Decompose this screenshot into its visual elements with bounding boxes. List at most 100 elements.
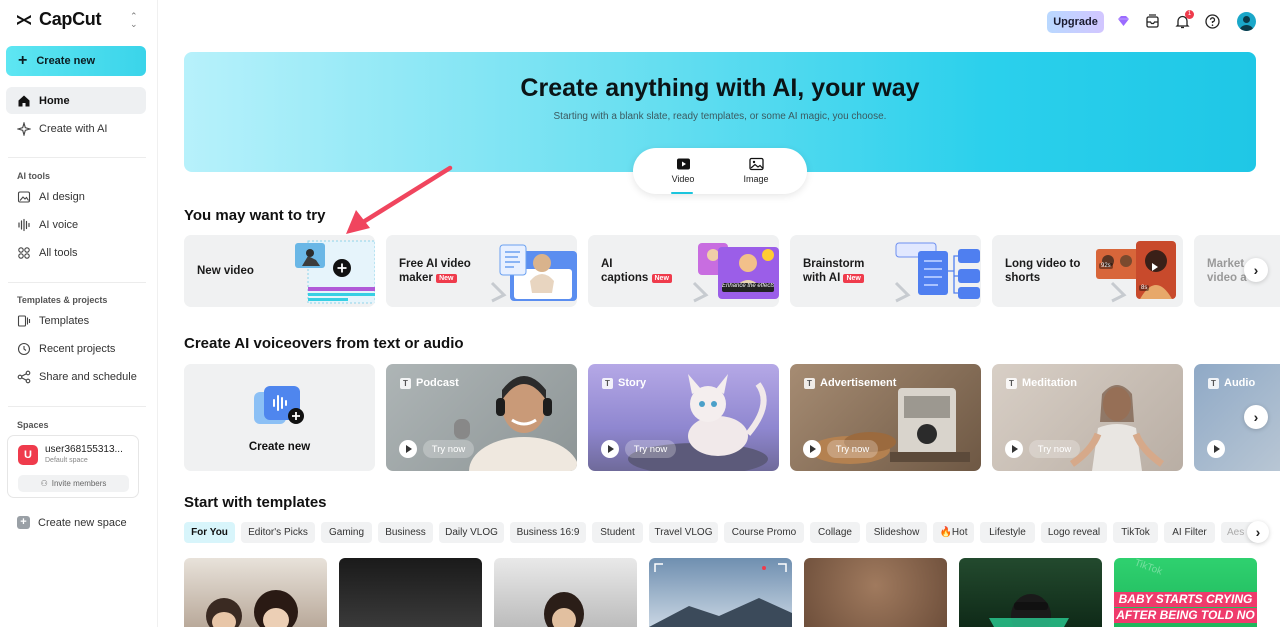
chip-course-promo[interactable]: Course Promo bbox=[724, 522, 804, 543]
template-thumbnail[interactable]: TikTok BABY STARTS CRYING AFTER BEING TO… bbox=[1114, 558, 1257, 627]
chip-editors-picks[interactable]: Editor's Picks bbox=[241, 522, 315, 543]
try-card-ai-captions[interactable]: AI captions New Enhance the effects bbox=[588, 235, 779, 307]
sidebar-item-label: Templates bbox=[39, 314, 90, 327]
voiceover-card-title: T Meditation bbox=[1006, 377, 1077, 389]
sidebar-item-share-schedule[interactable]: Share and schedule bbox=[6, 363, 146, 390]
duration-badge: 8s bbox=[1139, 285, 1150, 291]
try-now-button[interactable]: Try now bbox=[827, 440, 878, 458]
tab-video[interactable]: Video bbox=[653, 157, 713, 184]
clock-icon bbox=[17, 342, 31, 355]
ai-tools-heading: AI tools bbox=[17, 171, 50, 181]
chip-for-you[interactable]: For You bbox=[184, 522, 235, 543]
scroll-right-button[interactable]: › bbox=[1244, 405, 1268, 429]
long-video-illustration bbox=[1096, 241, 1176, 303]
chip-ai-filter[interactable]: AI Filter bbox=[1164, 522, 1215, 543]
divider bbox=[8, 406, 146, 407]
try-now-button[interactable]: Try now bbox=[1029, 440, 1080, 458]
try-card-free-ai-video-maker[interactable]: Free AI video maker New bbox=[386, 235, 577, 307]
diamond-icon[interactable] bbox=[1115, 13, 1132, 30]
voiceover-card-advertisement[interactable]: T Advertisement Try now bbox=[790, 364, 981, 471]
sidebar-item-templates[interactable]: Templates bbox=[6, 307, 146, 334]
try-card-new-video[interactable]: New video bbox=[184, 235, 375, 307]
chip-tiktok[interactable]: TikTok bbox=[1113, 522, 1158, 543]
template-thumbnail-image bbox=[649, 563, 792, 627]
voiceover-card-story[interactable]: T Story Try now bbox=[588, 364, 779, 471]
try-card-label: New video bbox=[197, 265, 254, 277]
space-card[interactable]: U user368155313... Default space ⚇ Invit… bbox=[7, 435, 139, 498]
tab-image[interactable]: Image bbox=[726, 157, 786, 184]
chip-student[interactable]: Student bbox=[592, 522, 643, 543]
create-new-button[interactable]: + Create new bbox=[6, 46, 146, 76]
chip-daily-vlog[interactable]: Daily VLOG bbox=[439, 522, 504, 543]
template-thumbnail[interactable] bbox=[649, 558, 792, 627]
sidebar-item-recent-projects[interactable]: Recent projects bbox=[6, 335, 146, 362]
try-card-label-line1: Free AI video bbox=[399, 258, 471, 270]
template-thumbnail-image bbox=[989, 594, 1069, 627]
duration-badge: 92s bbox=[1099, 263, 1113, 269]
try-card-label-line1: Market bbox=[1207, 258, 1245, 270]
capcut-logo-icon bbox=[17, 14, 31, 25]
share-icon bbox=[17, 370, 31, 383]
voiceover-card-title: T Story bbox=[602, 377, 646, 389]
template-thumbnail[interactable] bbox=[339, 558, 482, 627]
annotation-arrow bbox=[346, 165, 453, 234]
template-thumbnail[interactable] bbox=[804, 558, 947, 627]
scroll-right-button[interactable]: › bbox=[1244, 258, 1268, 282]
voiceover-create-new[interactable]: Create new bbox=[184, 364, 375, 471]
chip-business-16-9[interactable]: Business 16:9 bbox=[510, 522, 586, 543]
voiceover-card-title-text: Podcast bbox=[416, 377, 459, 389]
try-card-label-line1: Long video to bbox=[1005, 258, 1081, 270]
create-new-space-button[interactable]: + Create new space bbox=[17, 516, 127, 529]
play-button[interactable] bbox=[803, 440, 821, 458]
sidebar-item-create-with-ai[interactable]: Create with AI bbox=[6, 115, 146, 142]
chip-lifestyle[interactable]: Lifestyle bbox=[980, 522, 1035, 543]
template-caption-line2: AFTER BEING TOLD NO bbox=[1114, 608, 1257, 623]
chips-scroll-right-button[interactable]: › bbox=[1247, 521, 1269, 543]
workspace-switch-icon[interactable]: ⌃ ⌄ bbox=[130, 12, 138, 29]
waveform-icon bbox=[18, 218, 30, 231]
chip-logo-reveal[interactable]: Logo reveal bbox=[1041, 522, 1107, 543]
space-type: Default space bbox=[45, 457, 88, 464]
user-avatar-icon bbox=[1239, 16, 1254, 31]
try-now-button[interactable]: Try now bbox=[423, 440, 474, 458]
hero-subtitle: Starting with a blank slate, ready templ… bbox=[553, 111, 887, 122]
text-icon: T bbox=[804, 377, 815, 389]
play-button[interactable] bbox=[601, 440, 619, 458]
try-card-brainstorm-with-ai[interactable]: Brainstorm with AI New bbox=[790, 235, 981, 307]
inbox-icon[interactable] bbox=[1144, 13, 1161, 30]
user-avatar[interactable] bbox=[1237, 12, 1256, 31]
template-thumbnail[interactable] bbox=[184, 558, 327, 627]
sidebar-item-home[interactable]: Home bbox=[6, 87, 146, 114]
chip-hot[interactable]: 🔥Hot bbox=[933, 522, 974, 543]
chip-travel-vlog[interactable]: Travel VLOG bbox=[649, 522, 718, 543]
chip-business[interactable]: Business bbox=[378, 522, 433, 543]
voiceover-card-title-text: Meditation bbox=[1022, 377, 1077, 389]
home-icon bbox=[18, 95, 30, 106]
voiceover-card-meditation[interactable]: T Meditation Try now bbox=[992, 364, 1183, 471]
text-icon: T bbox=[1006, 377, 1017, 389]
try-now-button[interactable]: Try now bbox=[625, 440, 676, 458]
sidebar-item-label: Share and schedule bbox=[39, 370, 137, 383]
voiceover-card-podcast[interactable]: T Podcast Try now bbox=[386, 364, 577, 471]
chip-gaming[interactable]: Gaming bbox=[321, 522, 372, 543]
chip-slideshow[interactable]: Slideshow bbox=[866, 522, 927, 543]
section-title-voiceovers: Create AI voiceovers from text or audio bbox=[184, 335, 464, 352]
help-icon[interactable] bbox=[1204, 13, 1221, 30]
template-thumbnail[interactable] bbox=[494, 558, 637, 627]
play-button[interactable] bbox=[399, 440, 417, 458]
sidebar-item-ai-design[interactable]: AI design bbox=[6, 183, 146, 210]
try-card-long-video-to-shorts[interactable]: Long video to shorts 92s 8s bbox=[992, 235, 1183, 307]
try-card-label-line2: captions bbox=[601, 272, 649, 284]
upgrade-button[interactable]: Upgrade bbox=[1047, 11, 1104, 33]
sidebar-item-ai-voice[interactable]: AI voice bbox=[6, 211, 146, 238]
capcut-logo[interactable]: CapCut bbox=[14, 9, 102, 30]
sidebar-item-all-tools[interactable]: All tools bbox=[6, 239, 146, 266]
play-button[interactable] bbox=[1207, 440, 1225, 458]
invite-members-button[interactable]: ⚇ Invite members bbox=[18, 475, 129, 492]
play-button[interactable] bbox=[1005, 440, 1023, 458]
template-thumbnail[interactable] bbox=[959, 558, 1102, 627]
chip-collage[interactable]: Collage bbox=[810, 522, 860, 543]
brainstorm-illustration bbox=[894, 242, 980, 303]
voiceover-card-title: T Advertisement bbox=[804, 377, 896, 389]
sparkle-icon bbox=[17, 121, 31, 136]
